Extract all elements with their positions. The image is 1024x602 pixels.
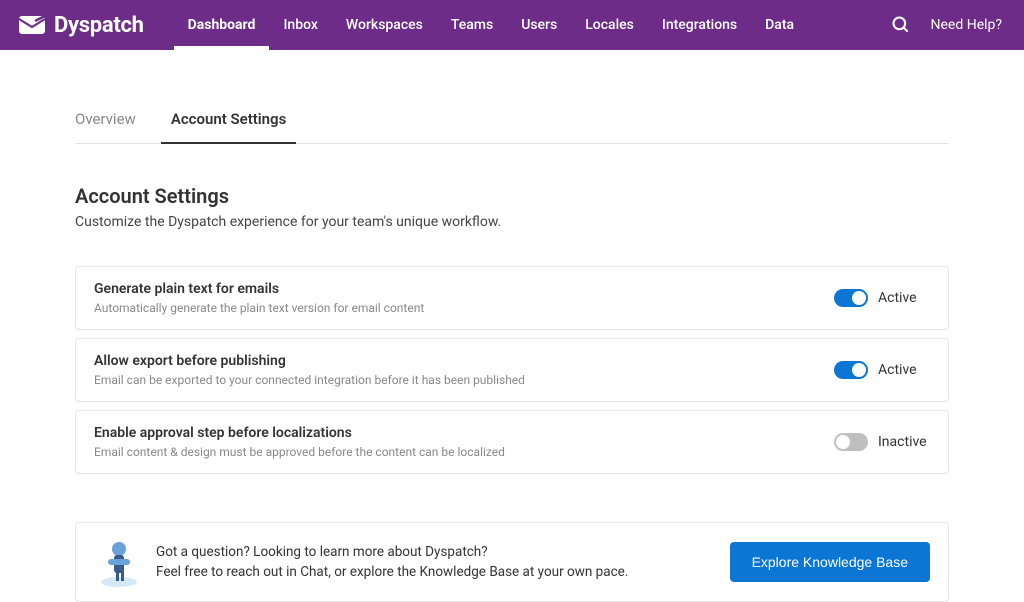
nav-item-workspaces[interactable]: Workspaces — [332, 0, 437, 50]
nav-item-integrations[interactable]: Integrations — [648, 0, 751, 50]
nav-item-data[interactable]: Data — [751, 0, 808, 50]
envelope-icon — [18, 15, 46, 35]
toggle-plain-text[interactable] — [834, 289, 868, 307]
page-title: Account Settings — [75, 184, 949, 208]
setting-plain-text: Generate plain text for emails Automatic… — [75, 266, 949, 330]
tab-overview[interactable]: Overview — [75, 110, 136, 143]
setting-title: Allow export before publishing — [94, 353, 834, 369]
setting-title: Enable approval step before localization… — [94, 425, 834, 441]
tab-account-settings[interactable]: Account Settings — [171, 110, 287, 143]
page-subtitle: Customize the Dyspatch experience for yo… — [75, 214, 949, 230]
setting-desc: Automatically generate the plain text ve… — [94, 301, 834, 315]
help-link[interactable]: Need Help? — [931, 17, 1003, 33]
logo[interactable]: Dyspatch — [18, 13, 144, 38]
toggle-label: Active — [878, 362, 930, 378]
help-illustration-icon — [94, 537, 144, 587]
setting-approval-step: Enable approval step before localization… — [75, 410, 949, 474]
main-content: Overview Account Settings Account Settin… — [0, 50, 1024, 602]
toggle-approval-step[interactable] — [834, 433, 868, 451]
help-card: Got a question? Looking to learn more ab… — [75, 522, 949, 602]
toggle-label: Active — [878, 290, 930, 306]
brand-name: Dyspatch — [54, 13, 144, 38]
nav-item-dashboard[interactable]: Dashboard — [174, 0, 270, 50]
help-line-1: Got a question? Looking to learn more ab… — [156, 542, 730, 562]
toggle-label: Inactive — [878, 434, 930, 450]
search-icon[interactable] — [891, 15, 911, 35]
explore-knowledge-base-button[interactable]: Explore Knowledge Base — [730, 542, 930, 582]
setting-allow-export: Allow export before publishing Email can… — [75, 338, 949, 402]
nav-right: Need Help? — [891, 15, 1007, 35]
help-line-2: Feel free to reach out in Chat, or explo… — [156, 562, 730, 582]
nav-item-locales[interactable]: Locales — [571, 0, 648, 50]
settings-list: Generate plain text for emails Automatic… — [75, 266, 949, 474]
toggle-allow-export[interactable] — [834, 361, 868, 379]
nav-item-inbox[interactable]: Inbox — [269, 0, 331, 50]
nav-items: Dashboard Inbox Workspaces Teams Users L… — [174, 0, 891, 50]
setting-desc: Email content & design must be approved … — [94, 445, 834, 459]
nav-item-users[interactable]: Users — [507, 0, 571, 50]
top-nav: Dyspatch Dashboard Inbox Workspaces Team… — [0, 0, 1024, 50]
tabs: Overview Account Settings — [75, 110, 949, 144]
setting-title: Generate plain text for emails — [94, 281, 834, 297]
setting-desc: Email can be exported to your connected … — [94, 373, 834, 387]
nav-item-teams[interactable]: Teams — [437, 0, 507, 50]
